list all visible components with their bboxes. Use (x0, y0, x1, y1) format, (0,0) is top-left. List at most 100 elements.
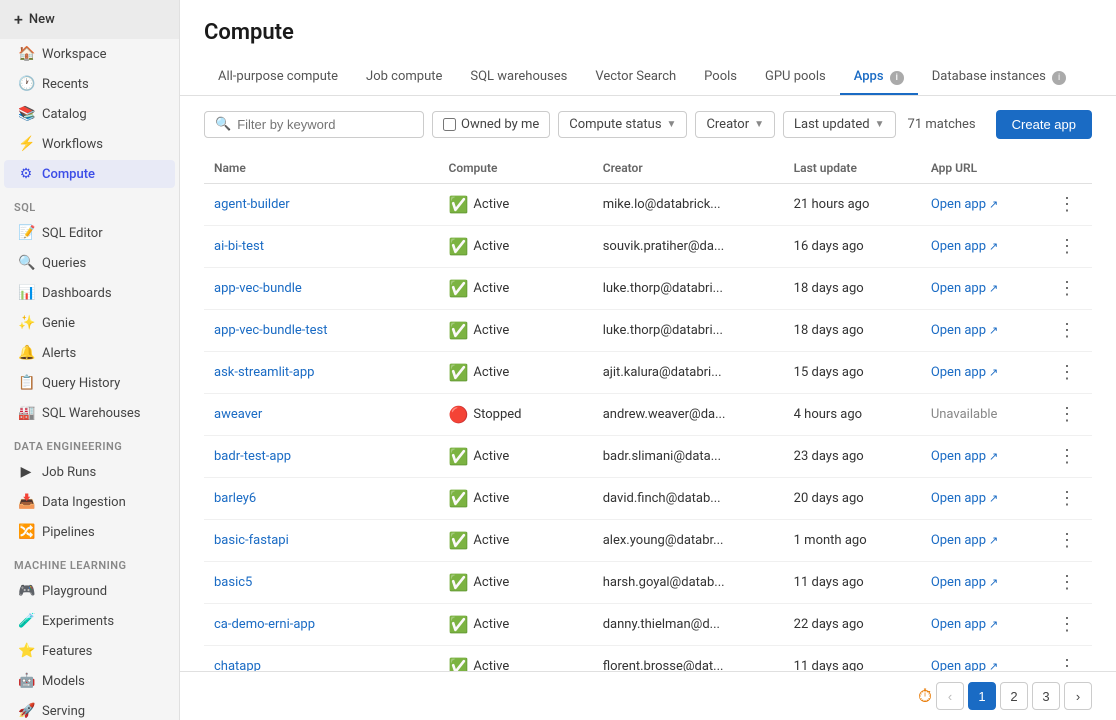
app-name-link[interactable]: basic-fastapi (214, 533, 289, 548)
workspace-icon: 🏠 (18, 46, 34, 62)
app-name-link[interactable]: barley6 (214, 491, 256, 506)
sidebar-item-query-history[interactable]: 📋 Query History (4, 369, 175, 397)
page-2-button[interactable]: 2 (1000, 682, 1028, 710)
owned-by-me-filter[interactable]: Owned by me (432, 111, 550, 138)
tab-apps[interactable]: Apps i (840, 61, 918, 95)
open-app-link[interactable]: Open app ↗ (931, 533, 1032, 548)
sidebar-item-genie[interactable]: ✨ Genie (4, 309, 175, 337)
row-more-button[interactable]: ⋮ (1052, 360, 1082, 385)
sidebar-item-label: Dashboards (42, 286, 112, 301)
creator-cell: harsh.goyal@datab... (593, 562, 784, 604)
sidebar-item-label: Genie (42, 316, 75, 331)
compute-status-cell: ✅ Active (448, 615, 582, 634)
app-name-link[interactable]: ai-bi-test (214, 239, 264, 254)
app-name-link[interactable]: ca-demo-erni-app (214, 617, 315, 632)
open-app-link[interactable]: Open app ↗ (931, 491, 1032, 506)
tab-gpu-pools[interactable]: GPU pools (751, 61, 840, 95)
search-box[interactable]: 🔍 (204, 111, 424, 138)
row-actions-cell: ⋮ (1042, 646, 1092, 672)
table-header: Name Compute Creator Last update App URL (204, 153, 1092, 184)
last-updated-filter[interactable]: Last updated ▼ (783, 111, 896, 138)
sidebar-item-workflows[interactable]: ⚡ Workflows (4, 130, 175, 158)
compute-status-cell: ✅ Active (448, 321, 582, 340)
external-link-icon: ↗ (989, 492, 998, 505)
row-more-button[interactable]: ⋮ (1052, 528, 1082, 553)
sidebar-item-dashboards[interactable]: 📊 Dashboards (4, 279, 175, 307)
sidebar-item-job-runs[interactable]: ▶ Job Runs (4, 458, 175, 486)
prev-page-button[interactable]: ‹ (936, 682, 964, 710)
row-more-button[interactable]: ⋮ (1052, 276, 1082, 301)
app-name-link[interactable]: app-vec-bundle-test (214, 323, 328, 338)
sidebar-item-label: Alerts (42, 346, 76, 361)
sidebar-item-features[interactable]: ⭐ Features (4, 637, 175, 665)
app-name-link[interactable]: ask-streamlit-app (214, 365, 314, 380)
row-more-button[interactable]: ⋮ (1052, 444, 1082, 469)
tab-database-instances[interactable]: Database instances i (918, 61, 1080, 95)
row-actions-cell: ⋮ (1042, 604, 1092, 646)
create-app-button[interactable]: Create app (996, 110, 1092, 139)
app-name-link[interactable]: agent-builder (214, 197, 290, 212)
new-button[interactable]: + New (0, 0, 179, 39)
tab-pools[interactable]: Pools (690, 61, 751, 95)
open-app-link[interactable]: Open app ↗ (931, 659, 1032, 671)
database-instances-info-icon[interactable]: i (1052, 71, 1066, 85)
sidebar-item-models[interactable]: 🤖 Models (4, 667, 175, 695)
row-more-button[interactable]: ⋮ (1052, 234, 1082, 259)
app-name-link[interactable]: app-vec-bundle (214, 281, 302, 296)
tab-vector-search[interactable]: Vector Search (581, 61, 690, 95)
open-app-link[interactable]: Open app ↗ (931, 323, 1032, 338)
sidebar-item-queries[interactable]: 🔍 Queries (4, 249, 175, 277)
sidebar-item-alerts[interactable]: 🔔 Alerts (4, 339, 175, 367)
machine-learning-section-label: Machine Learning (0, 547, 179, 576)
sidebar-item-sql-warehouses[interactable]: 🏭 SQL Warehouses (4, 399, 175, 427)
tab-all-purpose[interactable]: All-purpose compute (204, 61, 352, 95)
open-app-link[interactable]: Open app ↗ (931, 617, 1032, 632)
row-more-button[interactable]: ⋮ (1052, 402, 1082, 427)
app-name-link[interactable]: aweaver (214, 407, 262, 422)
open-app-link[interactable]: Open app ↗ (931, 197, 1032, 212)
row-actions-cell: ⋮ (1042, 268, 1092, 310)
row-more-button[interactable]: ⋮ (1052, 612, 1082, 637)
sidebar-item-catalog[interactable]: 📚 Catalog (4, 100, 175, 128)
tab-sql-warehouses[interactable]: SQL warehouses (456, 61, 581, 95)
sidebar-item-playground[interactable]: 🎮 Playground (4, 577, 175, 605)
sidebar-item-pipelines[interactable]: 🔀 Pipelines (4, 518, 175, 546)
row-more-button[interactable]: ⋮ (1052, 192, 1082, 217)
active-status-icon: ✅ (448, 363, 468, 382)
compute-status-text: Active (473, 491, 509, 506)
creator-filter[interactable]: Creator ▼ (695, 111, 775, 138)
active-status-icon: ✅ (448, 615, 468, 634)
sidebar-item-compute[interactable]: ⚙ Compute (4, 160, 175, 188)
app-name-link[interactable]: chatapp (214, 659, 261, 671)
app-name-link[interactable]: basic5 (214, 575, 252, 590)
external-link-icon: ↗ (989, 282, 998, 295)
owned-by-me-checkbox[interactable] (443, 118, 456, 131)
sidebar-item-data-ingestion[interactable]: 📥 Data Ingestion (4, 488, 175, 516)
row-more-button[interactable]: ⋮ (1052, 570, 1082, 595)
next-page-button[interactable]: › (1064, 682, 1092, 710)
row-more-button[interactable]: ⋮ (1052, 318, 1082, 343)
open-app-link[interactable]: Open app ↗ (931, 365, 1032, 380)
creator-cell: david.finch@datab... (593, 478, 784, 520)
external-link-icon: ↗ (989, 240, 998, 253)
external-link-icon: ↗ (989, 576, 998, 589)
search-input[interactable] (237, 117, 413, 132)
tab-job-compute[interactable]: Job compute (352, 61, 456, 95)
sidebar-item-workspace[interactable]: 🏠 Workspace (4, 40, 175, 68)
sidebar-item-label: Queries (42, 256, 86, 271)
sidebar-item-serving[interactable]: 🚀 Serving (4, 697, 175, 720)
sidebar-item-sql-editor[interactable]: 📝 SQL Editor (4, 219, 175, 247)
page-3-button[interactable]: 3 (1032, 682, 1060, 710)
row-more-button[interactable]: ⋮ (1052, 654, 1082, 671)
apps-info-icon[interactable]: i (890, 71, 904, 85)
open-app-link[interactable]: Open app ↗ (931, 449, 1032, 464)
app-name-link[interactable]: badr-test-app (214, 449, 291, 464)
sidebar-item-recents[interactable]: 🕐 Recents (4, 70, 175, 98)
row-more-button[interactable]: ⋮ (1052, 486, 1082, 511)
open-app-link[interactable]: Open app ↗ (931, 281, 1032, 296)
open-app-link[interactable]: Open app ↗ (931, 575, 1032, 590)
sidebar-item-experiments[interactable]: 🧪 Experiments (4, 607, 175, 635)
page-1-button[interactable]: 1 (968, 682, 996, 710)
open-app-link[interactable]: Open app ↗ (931, 239, 1032, 254)
compute-status-filter[interactable]: Compute status ▼ (558, 111, 687, 138)
